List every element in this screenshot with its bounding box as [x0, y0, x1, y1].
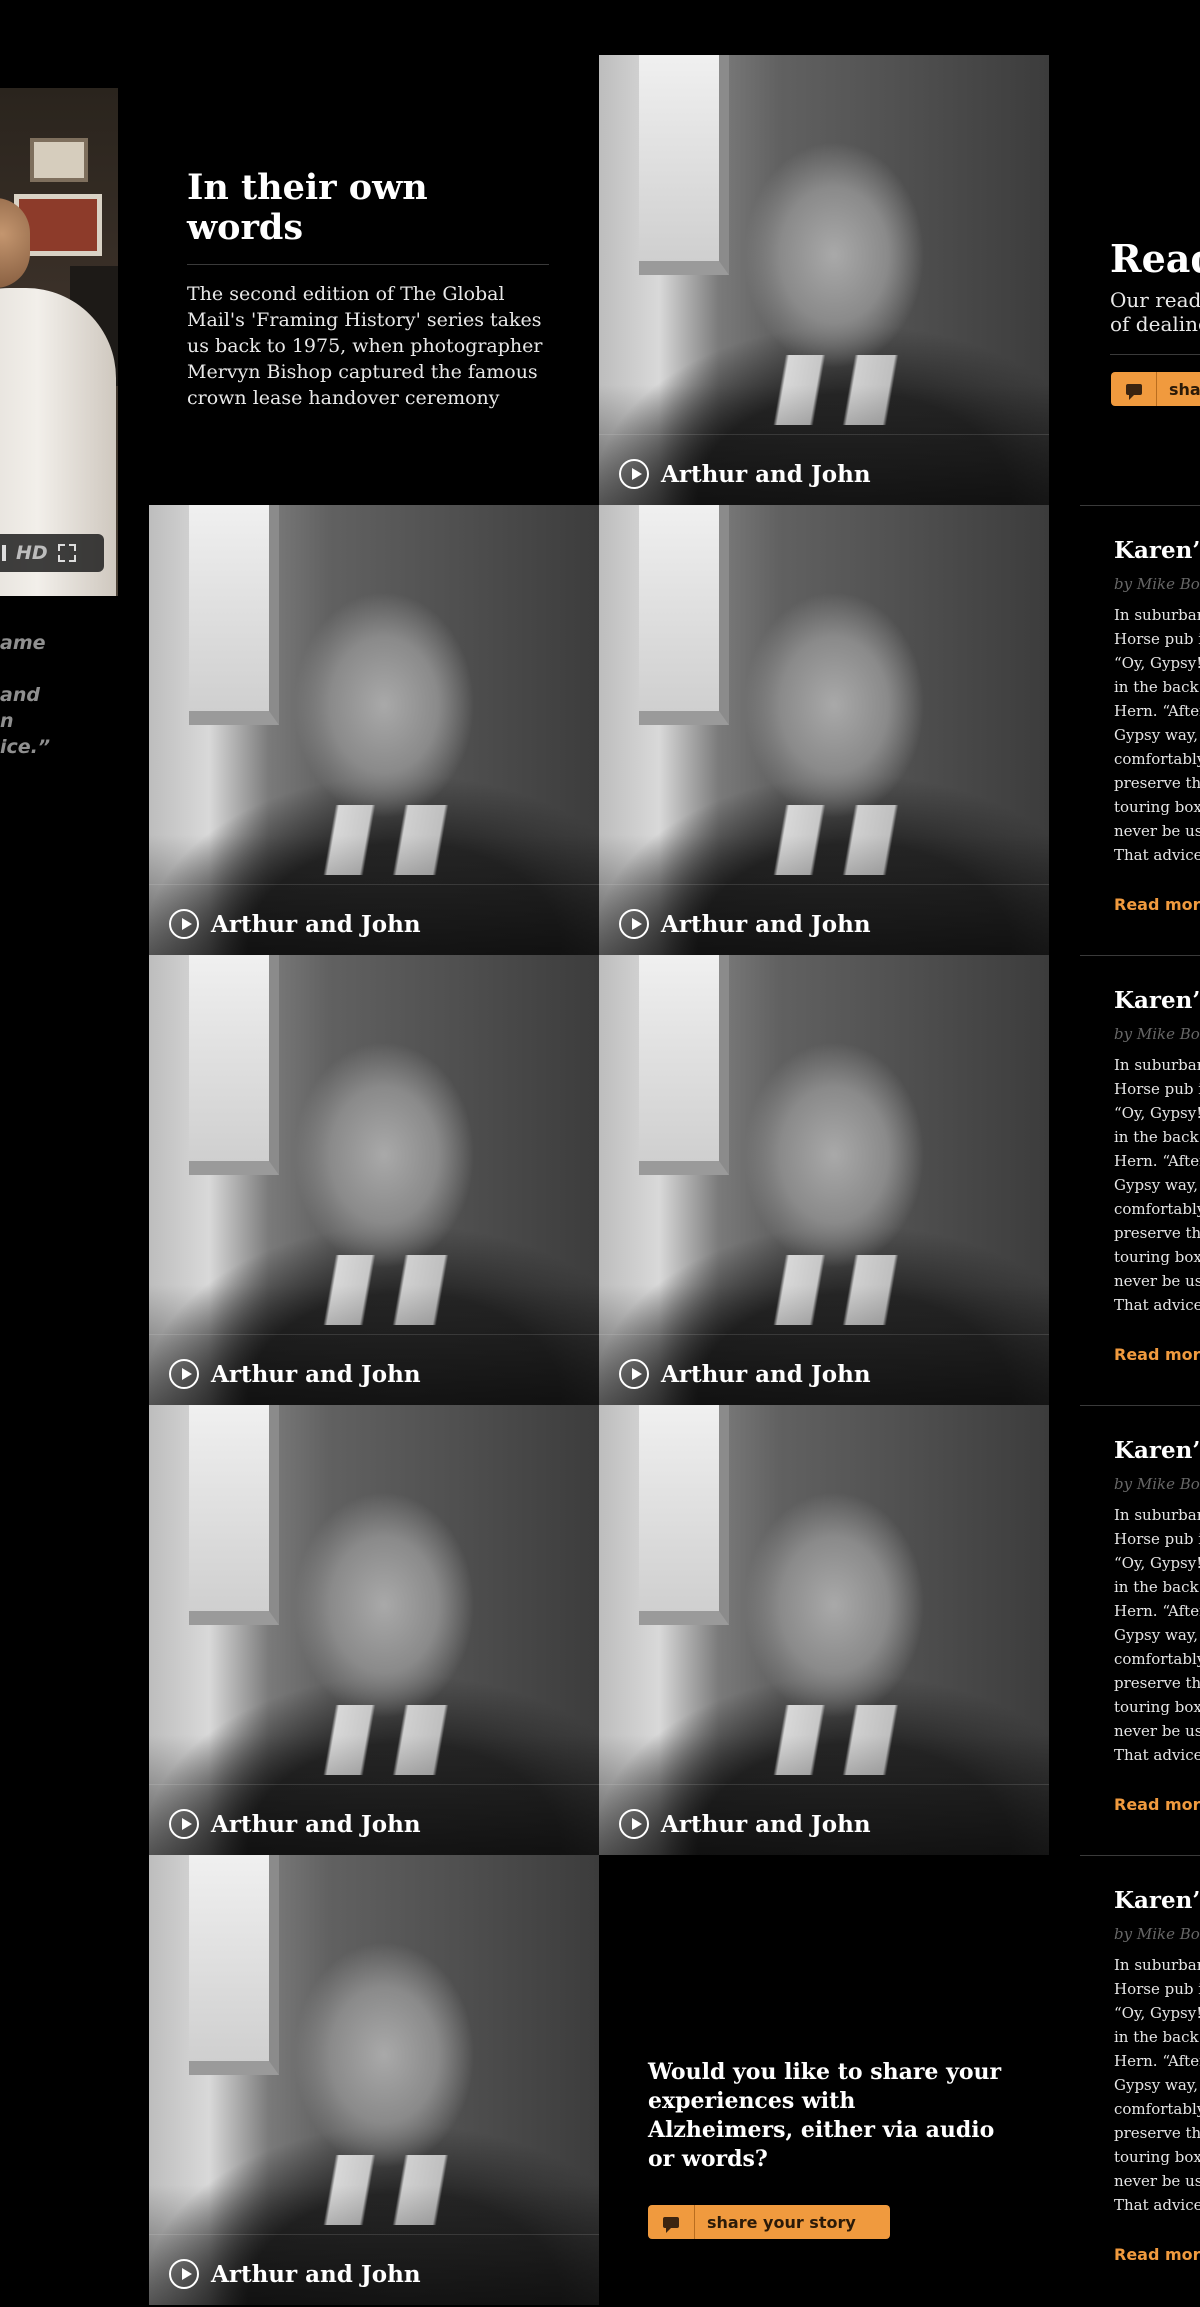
video-tile[interactable]: Arthur and John: [149, 1405, 599, 1855]
read-more-link[interactable]: Read more: [1114, 1795, 1200, 1814]
video-tile[interactable]: Arthur and John: [149, 955, 599, 1405]
play-icon[interactable]: [619, 1809, 649, 1839]
intro-description: The second edition of The Global Mail's …: [187, 283, 543, 409]
wall-photo-frame: [30, 138, 88, 182]
story-excerpt: In suburbanHorse pub i“Oy, Gypsy!”in the…: [1114, 1956, 1200, 2214]
story-byline: by Mike Bou: [1114, 575, 1200, 593]
divider: [1110, 354, 1200, 355]
story-title[interactable]: Karen’s: [1114, 1887, 1200, 1914]
play-icon[interactable]: [169, 2259, 199, 2289]
share-question: Would you like to share your experiences…: [648, 2059, 1002, 2172]
intro-section: In their own words The second edition of…: [187, 168, 549, 411]
quote-line: ame: [0, 632, 46, 654]
story-card: Karen’s by Mike Bou In suburbanHorse pub…: [1080, 955, 1200, 1405]
readers-subtitle-line: of dealing: [1110, 312, 1200, 336]
video-tile[interactable]: Arthur and John: [599, 55, 1049, 505]
story-title[interactable]: Karen’s: [1114, 987, 1200, 1014]
pull-quote: ame and n ice.”: [0, 630, 60, 760]
readers-share-button[interactable]: sha: [1111, 372, 1200, 406]
play-icon[interactable]: [169, 1809, 199, 1839]
divider: [1080, 505, 1200, 506]
page-title: In their own words: [187, 167, 428, 248]
story-excerpt: In suburbanHorse pub i“Oy, Gypsy!”in the…: [1114, 1056, 1200, 1314]
quote-line: n: [0, 710, 14, 732]
play-icon[interactable]: [169, 1359, 199, 1389]
share-story-label: share your story: [707, 2212, 856, 2232]
tile-caption: Arthur and John: [211, 2260, 421, 2288]
story-card: Karen’s by Mike Bou In suburbanHorse pub…: [1080, 1855, 1200, 2305]
story-card: Karen’s by Mike Bou In suburbanHorse pub…: [1080, 1405, 1200, 1855]
video-tile[interactable]: Arthur and John: [149, 505, 599, 955]
play-icon[interactable]: [619, 459, 649, 489]
read-more-link[interactable]: Read more: [1114, 895, 1200, 914]
story-excerpt: In suburbanHorse pub i“Oy, Gypsy!”in the…: [1114, 1506, 1200, 1764]
readers-share-label: sha: [1169, 379, 1200, 399]
read-more-link[interactable]: Read more: [1114, 2245, 1200, 2264]
video-tile[interactable]: Arthur and John: [599, 1405, 1049, 1855]
speech-bubble-icon: [1111, 372, 1157, 406]
readers-title: Read: [1110, 236, 1200, 281]
readers-column: Read Our reade of dealing sha Karen’s by…: [1080, 0, 1200, 2307]
story-byline: by Mike Bou: [1114, 1475, 1200, 1493]
divider: [1080, 1855, 1200, 1856]
hd-toggle-button[interactable]: HD: [16, 542, 48, 564]
read-more-link[interactable]: Read more: [1114, 1345, 1200, 1364]
divider: [1080, 1405, 1200, 1406]
share-prompt: Would you like to share your experiences…: [648, 2058, 1008, 2239]
story-title[interactable]: Karen’s: [1114, 537, 1200, 564]
quote-line: ice.”: [0, 736, 51, 758]
story-card: Karen’s by Mike Bou In suburbanHorse pub…: [1080, 505, 1200, 955]
video-controls: HD: [0, 534, 104, 572]
divider: [1080, 955, 1200, 956]
readers-subtitle: Our reade of dealing: [1110, 288, 1200, 336]
share-story-button[interactable]: share your story: [648, 2205, 890, 2239]
play-icon[interactable]: [619, 909, 649, 939]
tile-caption: Arthur and John: [211, 910, 421, 938]
tile-caption: Arthur and John: [211, 1360, 421, 1388]
tile-caption: Arthur and John: [661, 910, 871, 938]
story-byline: by Mike Bou: [1114, 1925, 1200, 1943]
divider: [187, 264, 549, 265]
video-tile[interactable]: Arthur and John: [599, 505, 1049, 955]
speech-bubble-icon: [648, 2205, 695, 2239]
tile-caption: Arthur and John: [661, 1810, 871, 1838]
quote-line: and: [0, 684, 40, 706]
story-byline: by Mike Bou: [1114, 1025, 1200, 1043]
video-tile[interactable]: Arthur and John: [599, 955, 1049, 1405]
readers-subtitle-line: Our reade: [1110, 288, 1200, 312]
fullscreen-icon[interactable]: [57, 544, 76, 562]
story-title[interactable]: Karen’s: [1114, 1437, 1200, 1464]
story-excerpt: In suburbanHorse pub i“Oy, Gypsy!”in the…: [1114, 606, 1200, 864]
tile-caption: Arthur and John: [661, 1360, 871, 1388]
tile-caption: Arthur and John: [661, 460, 871, 488]
volume-bar-icon[interactable]: [2, 545, 6, 561]
video-tile[interactable]: Arthur and John: [149, 1855, 599, 2305]
video-player[interactable]: HD: [0, 88, 118, 596]
play-icon[interactable]: [619, 1359, 649, 1389]
tile-caption: Arthur and John: [211, 1810, 421, 1838]
play-icon[interactable]: [169, 909, 199, 939]
